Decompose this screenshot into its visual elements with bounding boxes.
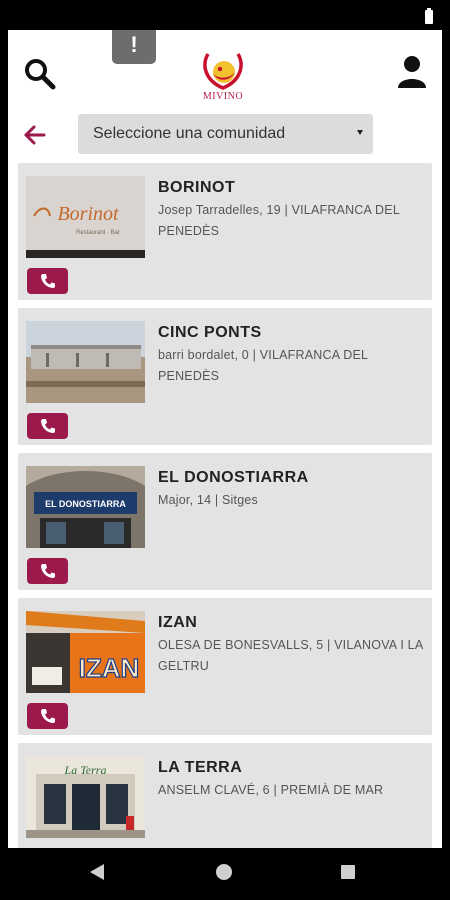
- call-button[interactable]: [27, 703, 68, 729]
- phone-icon: [40, 709, 55, 723]
- izan-sign: IZAN: [79, 653, 140, 683]
- battery-icon: [425, 8, 433, 24]
- user-icon: [398, 56, 426, 88]
- place-image: La Terra: [26, 756, 145, 838]
- place-address: ANSELM CLAVÉ, 6 | PREMIÀ DE MAR: [158, 783, 384, 797]
- community-select-value: Seleccione una comunidad: [93, 125, 286, 142]
- nav-home-icon[interactable]: [216, 864, 232, 880]
- place-address: Major, 14 | Sitges: [158, 493, 258, 507]
- search-icon: [25, 59, 56, 90]
- phone-icon: [40, 564, 55, 578]
- place-name: LA TERRA: [158, 759, 243, 776]
- call-button[interactable]: [27, 268, 68, 294]
- call-button[interactable]: [27, 558, 68, 584]
- place-address: barri bordalet, 0 | VILAFRANCA DEL PENED…: [158, 348, 368, 383]
- phone-icon: [40, 274, 55, 288]
- nav-back-icon[interactable]: [90, 864, 104, 880]
- place-card[interactable]: La Terra LA TERRA ANSELM CLAVÉ, 6 | PREM…: [18, 743, 432, 848]
- place-card[interactable]: CINC PONTS barri bordalet, 0 | VILAFRANC…: [18, 308, 432, 445]
- user-button[interactable]: [396, 54, 428, 90]
- place-card[interactable]: Borinot Restaurant · Bar BORINOT Josep T…: [18, 163, 432, 300]
- place-image: EL DONOSTIARRA: [26, 466, 145, 548]
- call-button[interactable]: [27, 413, 68, 439]
- search-button[interactable]: [22, 56, 58, 92]
- caret-down-icon: [357, 130, 363, 135]
- place-image: [26, 321, 145, 403]
- place-name: EL DONOSTIARRA: [158, 469, 309, 486]
- app-screen: ! MIVINO Seleccione una comunidad Borino…: [8, 30, 442, 848]
- back-button[interactable]: [22, 122, 48, 148]
- notice-tab[interactable]: !: [112, 30, 156, 64]
- place-image: Borinot Restaurant · Bar: [26, 176, 145, 258]
- community-select[interactable]: Seleccione una comunidad: [78, 114, 373, 154]
- place-name: BORINOT: [158, 179, 236, 196]
- phone-icon: [40, 419, 55, 433]
- place-card[interactable]: IZAN IZAN OLESA DE BONESVALLS, 5 | VILAN…: [18, 598, 432, 735]
- places-list: Borinot Restaurant · Bar BORINOT Josep T…: [18, 163, 432, 848]
- donostiarra-sign: EL DONOSTIARRA: [45, 499, 126, 509]
- place-name: IZAN: [158, 614, 198, 631]
- system-nav-bar: [0, 848, 450, 900]
- logo-text: MIVINO: [202, 91, 244, 102]
- place-address: Josep Tarradelles, 19 | VILAFRANCA DEL P…: [158, 203, 400, 238]
- nav-recents-icon[interactable]: [341, 865, 355, 879]
- back-arrow-icon: [24, 125, 46, 145]
- place-image: IZAN: [26, 611, 145, 693]
- status-bar: [0, 0, 450, 30]
- place-name: CINC PONTS: [158, 324, 262, 341]
- laterra-sign: La Terra: [64, 763, 107, 777]
- place-address: OLESA DE BONESVALLS, 5 | VILANOVA I LA G…: [158, 638, 423, 673]
- borinot-sign-sub: Restaurant · Bar: [76, 230, 120, 236]
- borinot-sign: Borinot: [57, 203, 119, 225]
- place-card[interactable]: EL DONOSTIARRA EL DONOSTIARRA Major, 14 …: [18, 453, 432, 590]
